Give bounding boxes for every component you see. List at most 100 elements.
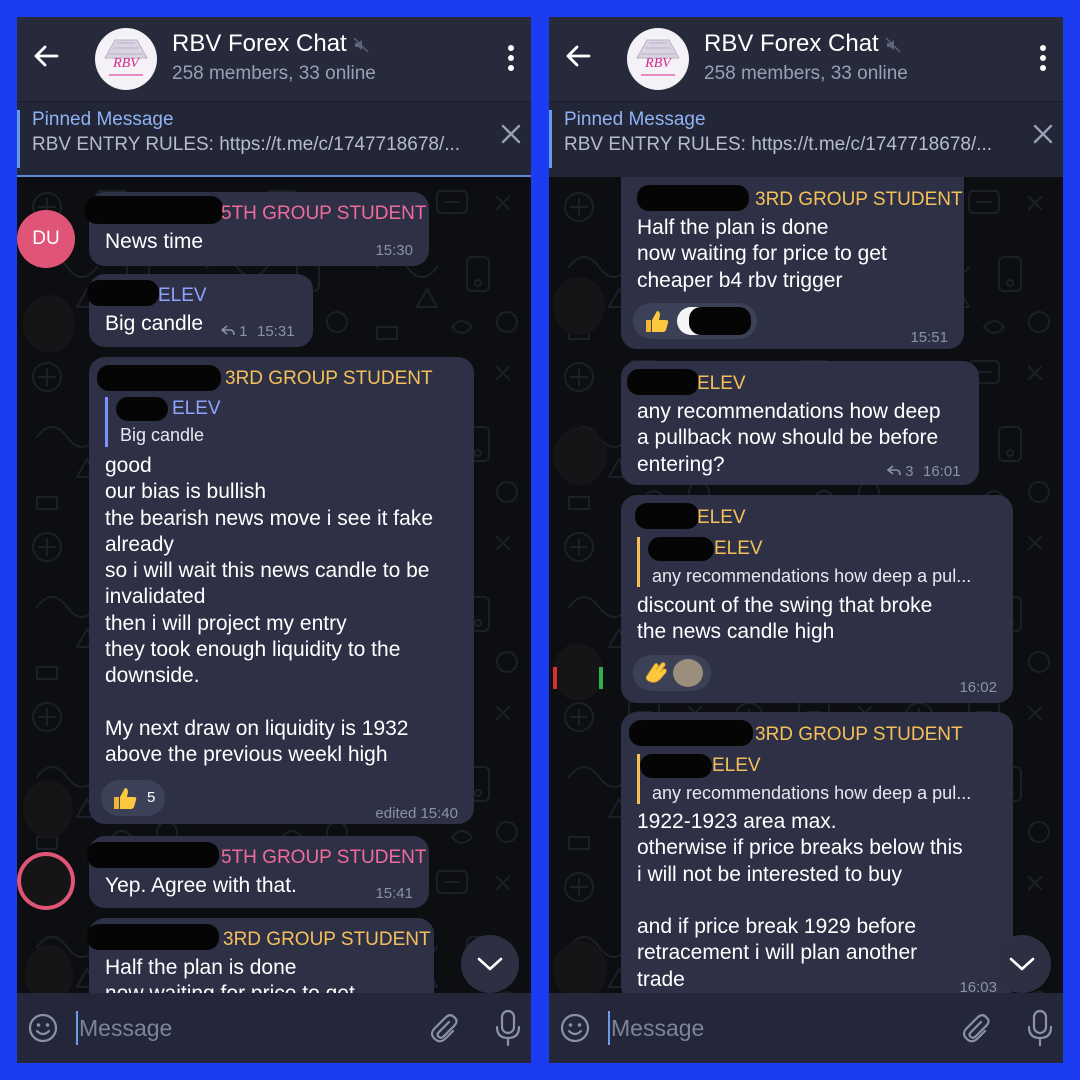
sender-name[interactable]: 5TH GROUP STUDENT [221, 846, 427, 870]
pinned-title: Pinned Message [564, 109, 706, 130]
more-menu-icon[interactable] [1035, 43, 1051, 73]
chat-header: RBV RBV Forex Chat 258 members, 33 onlin… [17, 17, 531, 101]
quote-text: any recommendations how deep a pul... [652, 783, 972, 803]
redacted-name [637, 185, 749, 211]
message-list[interactable]: 3RD GROUP STUDENT Half the plan is done … [549, 177, 1063, 993]
avatar[interactable]: DU [17, 210, 75, 268]
redacted-name [640, 754, 712, 778]
group-avatar[interactable]: RBV [95, 28, 157, 90]
close-icon[interactable] [1031, 122, 1055, 146]
svg-text:RBV: RBV [644, 56, 672, 71]
reply-count[interactable]: 1 [220, 323, 248, 341]
sender-name[interactable]: 3RD GROUP STUDENT [755, 188, 963, 212]
message-text: 1922-1923 area max. otherwise if price b… [637, 810, 963, 991]
pinned-indicator [549, 110, 552, 168]
redacted-name [85, 196, 223, 224]
message-bubble[interactable]: ELEV Big candle 1 15:31 [87, 274, 313, 347]
message-text: Half the plan is done now waiting for pr… [637, 216, 887, 292]
avatar[interactable] [553, 643, 603, 701]
microphone-icon[interactable] [495, 1009, 521, 1047]
sender-name[interactable]: 5TH GROUP STUDENT [221, 202, 427, 226]
avatar[interactable] [553, 941, 607, 993]
message-input[interactable] [79, 1012, 409, 1044]
pinned-message-bar[interactable]: Pinned Message RBV ENTRY RULES: https://… [17, 101, 531, 177]
scroll-down-button[interactable] [461, 935, 519, 993]
redacted-name [87, 842, 219, 868]
rbv-logo-icon: RBV [636, 39, 680, 76]
message-time: 15:41 [375, 885, 413, 902]
avatar[interactable] [553, 277, 605, 335]
chat-title[interactable]: RBV Forex Chat [172, 29, 369, 59]
microphone-icon[interactable] [1027, 1009, 1053, 1047]
member-count: 258 members, 33 online [704, 63, 908, 84]
avatar[interactable] [23, 295, 75, 353]
sender-name[interactable]: ELEV [697, 372, 746, 396]
chevron-down-icon [1009, 957, 1035, 971]
reply-quote[interactable]: ELEV any recommendations how deep a pul.… [637, 754, 1003, 804]
redacted-name [97, 365, 221, 391]
reaction-chip[interactable] [633, 655, 711, 691]
message-text: good our bias is bullish the bearish new… [105, 454, 434, 767]
redacted-name [629, 720, 753, 746]
message-list[interactable]: DU 5TH GROUP STUDENT News time 15:30 ELE… [17, 177, 531, 993]
emoji-icon[interactable] [27, 1012, 59, 1044]
message-bubble[interactable]: 5TH GROUP STUDENT News time 15:30 [85, 192, 429, 266]
avatar[interactable] [17, 852, 75, 910]
avatar[interactable] [23, 780, 73, 838]
back-arrow-icon[interactable] [31, 41, 61, 71]
sender-name[interactable]: ELEV [158, 284, 207, 308]
rbv-logo-icon: RBV [104, 39, 148, 76]
thumbs-up-icon [646, 311, 669, 332]
reply-quote[interactable]: ELEV Big candle [105, 397, 455, 447]
quote-sender: ELEV [172, 398, 221, 419]
paperclip-icon[interactable] [427, 1012, 459, 1044]
message-bubble[interactable]: 3RD GROUP STUDENT Half the plan is done … [87, 918, 434, 993]
message-bubble[interactable]: ELEV any recommendations how deep a pull… [621, 361, 979, 485]
thumbs-up-icon [114, 788, 137, 809]
close-icon[interactable] [499, 122, 523, 146]
message-input[interactable] [611, 1012, 941, 1044]
message-bubble[interactable]: 3RD GROUP STUDENT Half the plan is done … [621, 177, 964, 349]
reply-quote[interactable]: ELEV any recommendations how deep a pul.… [637, 537, 1003, 587]
reply-count[interactable]: 3 [886, 463, 914, 481]
emoji-icon[interactable] [559, 1012, 591, 1044]
message-bubble[interactable]: 5TH GROUP STUDENT Yep. Agree with that. … [87, 836, 429, 908]
reply-arrow-icon [220, 325, 235, 336]
paperclip-icon[interactable] [959, 1012, 991, 1044]
group-avatar[interactable]: RBV [627, 28, 689, 90]
scroll-down-button[interactable] [993, 935, 1051, 993]
message-text: Big candle [105, 312, 204, 335]
chat-title[interactable]: RBV Forex Chat [704, 29, 901, 59]
message-text: discount of the swing that broke the new… [637, 594, 933, 644]
quote-sender: ELEV [714, 538, 763, 559]
message-bubble[interactable]: 3RD GROUP STUDENT ELEV any recommendatio… [621, 712, 1013, 993]
sender-name[interactable]: 3RD GROUP STUDENT [225, 367, 433, 391]
pinned-indicator [17, 110, 20, 168]
back-arrow-icon[interactable] [563, 41, 593, 71]
message-time: 15:51 [910, 329, 948, 346]
redacted-name [635, 503, 699, 529]
sender-name[interactable]: ELEV [697, 506, 746, 530]
text-cursor [608, 1011, 610, 1045]
chat-screen-right: 3RD GROUP STUDENT Half the plan is done … [549, 17, 1063, 1063]
reaction-chip[interactable] [633, 303, 757, 339]
reply-arrow-icon [886, 465, 901, 476]
composer [549, 993, 1063, 1063]
message-bubble[interactable]: 3RD GROUP STUDENT ELEV Big candle good o… [89, 357, 474, 824]
more-menu-icon[interactable] [503, 43, 519, 73]
reaction-count: 5 [147, 789, 156, 806]
sender-name[interactable]: 3RD GROUP STUDENT [223, 928, 431, 952]
pinned-text: RBV ENTRY RULES: https://t.me/c/17477186… [32, 134, 461, 155]
sender-name[interactable]: 3RD GROUP STUDENT [755, 723, 963, 747]
message-text: News time [105, 230, 204, 253]
chat-title-text: RBV Forex Chat [704, 30, 879, 57]
reaction-chip[interactable]: 5 [101, 780, 165, 816]
redacted-name [627, 369, 699, 395]
message-bubble[interactable]: ELEV ELEV any recommendations how deep a… [621, 495, 1013, 703]
redacted-name [689, 307, 751, 335]
redacted-name [87, 924, 219, 950]
avatar[interactable] [553, 427, 607, 485]
redacted-name [116, 397, 168, 421]
pinned-message-bar[interactable]: Pinned Message RBV ENTRY RULES: https://… [549, 101, 1063, 177]
quote-sender: ELEV [712, 755, 761, 776]
